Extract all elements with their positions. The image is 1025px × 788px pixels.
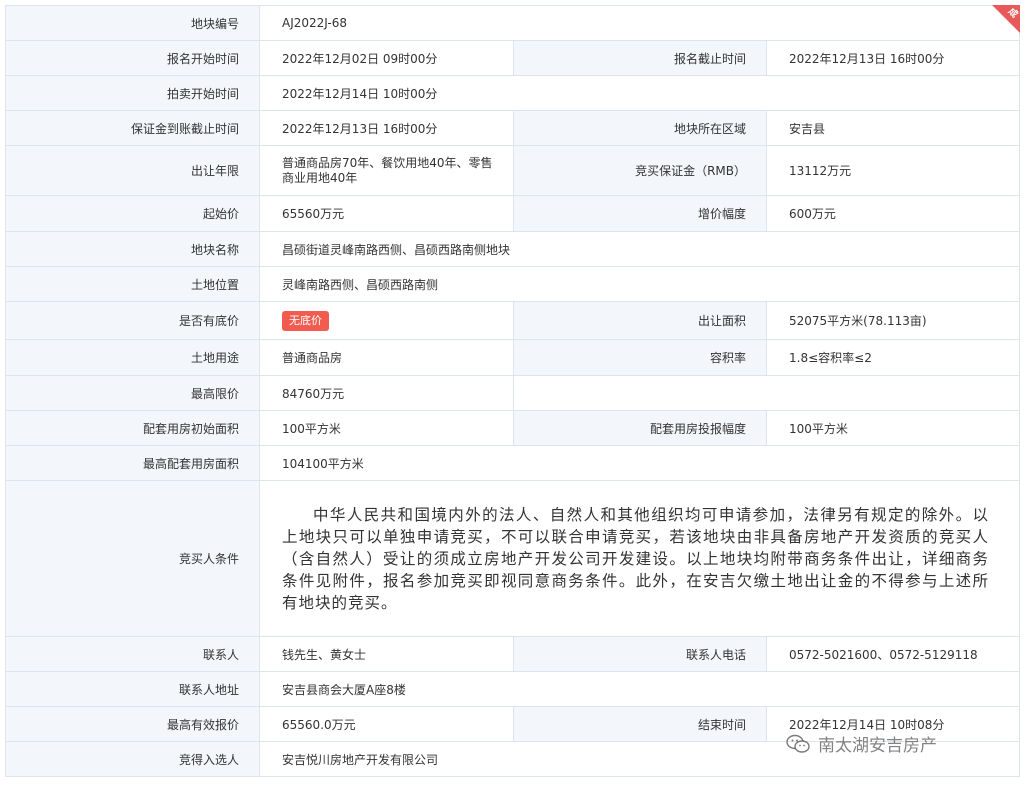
- row-usage: 土地用途 普通商品房 容积率 1.8≤容积率≤2: [5, 339, 1021, 376]
- housing-init-value: 100平方米: [259, 410, 514, 446]
- phone-value: 0572-5021600、0572-5129118: [765, 636, 1021, 672]
- location-value: 灵峰南路西侧、昌硕西路南侧: [258, 266, 1021, 302]
- contact-label: 联系人: [5, 636, 260, 672]
- wechat-watermark: 南太湖安吉房产: [786, 731, 937, 756]
- far-label: 容积率: [513, 339, 767, 376]
- housing-step-label: 配套用房投报幅度: [513, 410, 767, 446]
- wechat-icon: [786, 734, 810, 753]
- area-label: 出让面积: [513, 301, 767, 340]
- contact-value: 钱先生、黄女士: [259, 636, 514, 672]
- row-deposit-deadline: 保证金到账截止时间 2022年12月13日 16时00分 地块所在区域 安吉县: [5, 110, 1021, 146]
- conditions-text: 中华人民共和国境内外的法人、自然人和其他组织均可申请参加，法律另有规定的除外。以…: [282, 505, 990, 612]
- row-housing-max: 最高配套用房面积 104100平方米: [5, 445, 1021, 481]
- increment-label: 增价幅度: [513, 195, 767, 232]
- winner-label: 竞得入选人: [5, 741, 260, 777]
- location-label: 土地位置: [5, 266, 260, 302]
- start-price-label: 起始价: [5, 195, 260, 232]
- price-cap-label: 最高限价: [5, 375, 260, 411]
- reg-start-label: 报名开始时间: [5, 40, 260, 76]
- end-time-label: 结束时间: [513, 706, 767, 742]
- deposit-deadline-value: 2022年12月13日 16时00分: [259, 110, 514, 146]
- row-conditions: 竞买人条件 中华人民共和国境内外的法人、自然人和其他组织均可申请参加，法律另有规…: [5, 480, 1021, 637]
- deposit-value: 13112万元: [765, 145, 1021, 196]
- housing-max-value: 104100平方米: [258, 445, 1021, 481]
- usage-value: 普通商品房: [259, 339, 514, 376]
- row-auction-start: 拍卖开始时间 2022年12月14日 10时00分: [5, 75, 1021, 111]
- reserve-label: 是否有底价: [5, 301, 260, 340]
- conditions-cell: 中华人民共和国境内外的法人、自然人和其他组织均可申请参加，法律另有规定的除外。以…: [258, 480, 1021, 637]
- row-parcel-no: 地块编号 AJ2022J-68: [5, 5, 1021, 41]
- reg-start-value: 2022年12月02日 09时00分: [259, 40, 514, 76]
- parcel-name-value: 昌硕街道灵峰南路西侧、昌硕西路南侧地块: [258, 231, 1021, 267]
- housing-step-value: 100平方米: [765, 410, 1021, 446]
- row-term: 出让年限 普通商品房70年、餐饮用地40年、零售商业用地40年 竞买保证金（RM…: [5, 145, 1021, 196]
- watermark-text: 南太湖安吉房产: [818, 736, 937, 756]
- price-cap-value: 84760万元: [259, 375, 514, 411]
- start-price-value: 65560万元: [259, 195, 514, 232]
- row-price-cap: 最高限价 84760万元: [5, 375, 1021, 411]
- deal-corner-ribbon: 成: [992, 5, 1020, 33]
- reserve-cell: 无底价: [259, 301, 514, 340]
- term-label: 出让年限: [5, 145, 260, 196]
- land-auction-info-table: 地块编号 AJ2022J-68 报名开始时间 2022年12月02日 09时00…: [5, 5, 1021, 777]
- row-contact: 联系人 钱先生、黄女士 联系人电话 0572-5021600、0572-5129…: [5, 636, 1021, 672]
- usage-label: 土地用途: [5, 339, 260, 376]
- region-value: 安吉县: [765, 110, 1021, 146]
- row-location: 土地位置 灵峰南路西侧、昌硕西路南侧: [5, 266, 1021, 302]
- row-parcel-name: 地块名称 昌硕街道灵峰南路西侧、昌硕西路南侧地块: [5, 231, 1021, 267]
- highest-bid-label: 最高有效报价: [5, 706, 260, 742]
- housing-max-label: 最高配套用房面积: [5, 445, 260, 481]
- deposit-label: 竞买保证金（RMB）: [513, 145, 767, 196]
- area-value: 52075平方米(78.113亩): [765, 301, 1021, 340]
- deposit-deadline-label: 保证金到账截止时间: [5, 110, 260, 146]
- address-value: 安吉县商会大厦A座8楼: [258, 671, 1021, 707]
- empty-cell: [512, 375, 1021, 411]
- far-value: 1.8≤容积率≤2: [765, 339, 1021, 376]
- highest-bid-value: 65560.0万元: [259, 706, 514, 742]
- parcel-no-value: AJ2022J-68: [258, 5, 1021, 41]
- row-housing: 配套用房初始面积 100平方米 配套用房投报幅度 100平方米: [5, 410, 1021, 446]
- reg-end-value: 2022年12月13日 16时00分: [765, 40, 1021, 76]
- row-registration: 报名开始时间 2022年12月02日 09时00分 报名截止时间 2022年12…: [5, 40, 1021, 76]
- parcel-no-label: 地块编号: [5, 5, 260, 41]
- phone-label: 联系人电话: [513, 636, 767, 672]
- parcel-name-label: 地块名称: [5, 231, 260, 267]
- row-reserve: 是否有底价 无底价 出让面积 52075平方米(78.113亩): [5, 301, 1021, 340]
- region-label: 地块所在区域: [513, 110, 767, 146]
- row-address: 联系人地址 安吉县商会大厦A座8楼: [5, 671, 1021, 707]
- housing-init-label: 配套用房初始面积: [5, 410, 260, 446]
- address-label: 联系人地址: [5, 671, 260, 707]
- term-value: 普通商品房70年、餐饮用地40年、零售商业用地40年: [259, 145, 514, 196]
- conditions-label: 竞买人条件: [5, 480, 260, 637]
- reg-end-label: 报名截止时间: [513, 40, 767, 76]
- row-price: 起始价 65560万元 增价幅度 600万元: [5, 195, 1021, 232]
- increment-value: 600万元: [765, 195, 1021, 232]
- auction-start-label: 拍卖开始时间: [5, 75, 260, 111]
- no-reserve-badge: 无底价: [282, 310, 329, 331]
- auction-start-value: 2022年12月14日 10时00分: [258, 75, 1021, 111]
